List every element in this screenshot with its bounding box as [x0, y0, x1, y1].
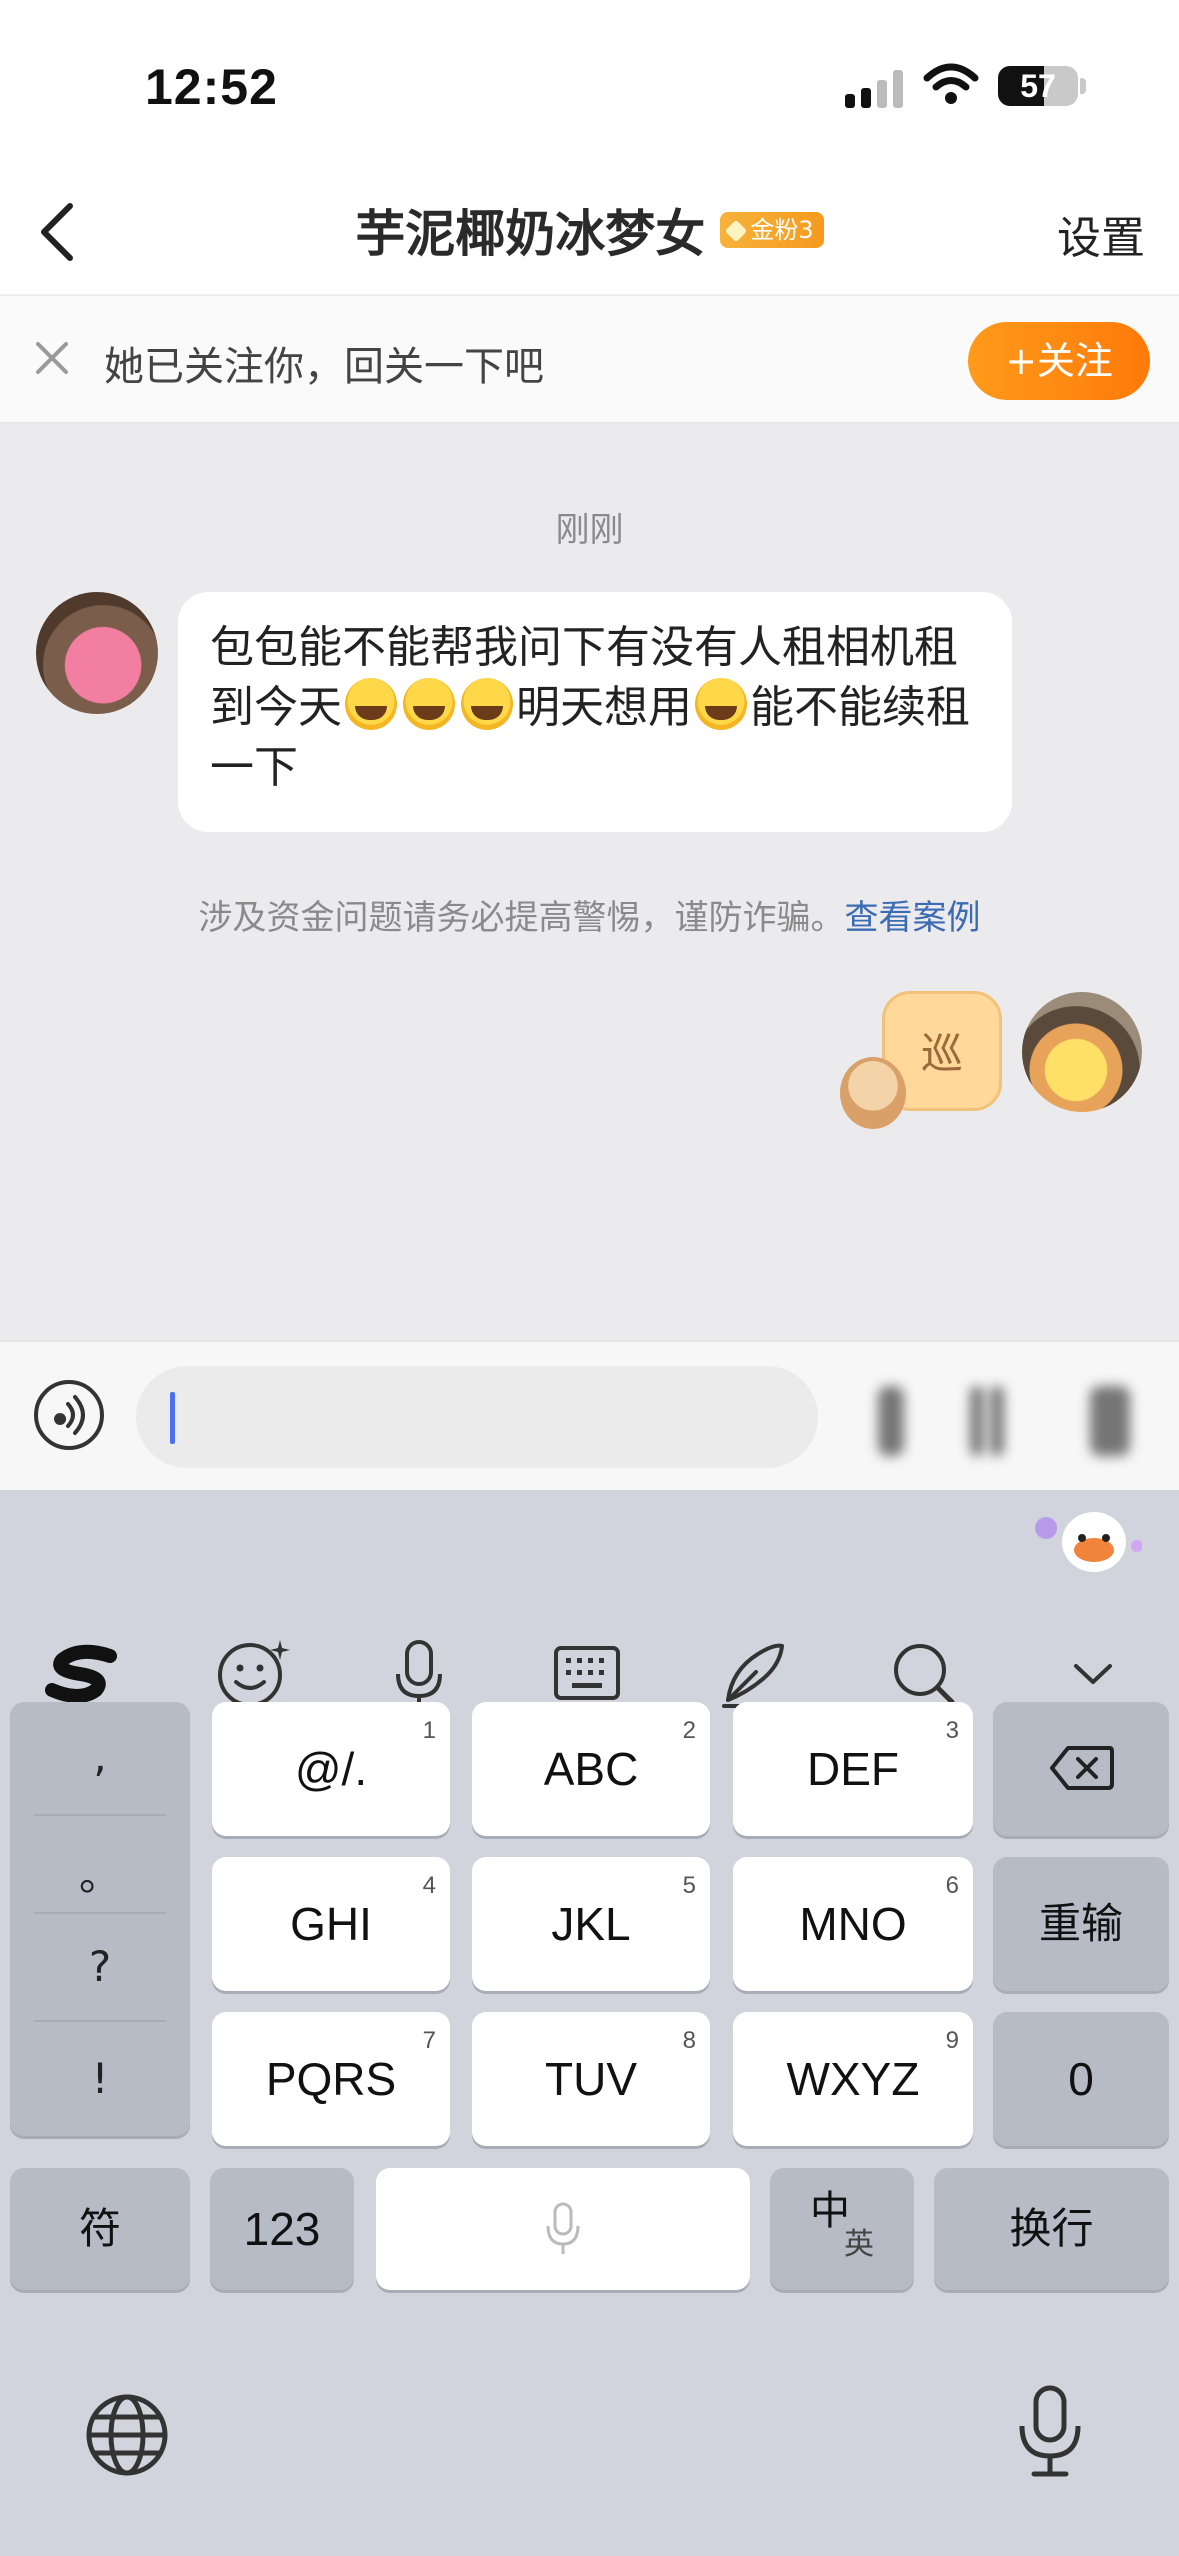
key-label: WXYZ	[786, 2053, 920, 2105]
follow-button[interactable]: +关注	[968, 322, 1150, 400]
bear-sticker-icon	[840, 1057, 906, 1129]
key-1[interactable]: @/. 1	[212, 1702, 450, 1836]
divider	[34, 1912, 166, 1914]
sticker-char: 巡	[920, 1029, 963, 1078]
voice-input-toggle-icon[interactable]	[34, 1380, 104, 1450]
key-6[interactable]: MNO 6	[733, 1857, 973, 1991]
message-input[interactable]	[136, 1366, 818, 1468]
language-switch-key[interactable]: 中 英	[770, 2168, 914, 2290]
key-7[interactable]: PQRS 7	[212, 2012, 450, 2146]
message-text-part-2: 明天想用	[516, 682, 692, 733]
key-number: 3	[945, 1717, 959, 1744]
key-3[interactable]: DEF 3	[733, 1702, 973, 1836]
key-number: 5	[682, 1872, 696, 1899]
crying-emoji-icon	[403, 678, 455, 730]
keyboard: , 。 ? ! @/. 1 ABC 2 DEF 3 GHI 4 JKL 5 MNO 6 重输…	[0, 1490, 1179, 2556]
key-number: 8	[682, 2027, 696, 2054]
backspace-key[interactable]	[993, 1702, 1169, 1836]
key-5[interactable]: JKL 5	[472, 1857, 710, 1991]
status-time: 12:52	[145, 59, 278, 115]
follow-back-prompt: 她已关注你，回关一下吧	[104, 344, 544, 390]
key-label: PQRS	[265, 2053, 397, 2105]
input-tools-blurred	[840, 1366, 1160, 1466]
nav-bar: 芋泥椰奶冰梦女 金粉3 设置	[0, 170, 1179, 294]
battery-icon: 57	[998, 66, 1078, 106]
fraud-warning: 涉及资金问题请务必提高警惕，谨防诈骗。查看案例	[0, 890, 1179, 939]
space-key[interactable]	[376, 2168, 750, 2290]
text-cursor	[170, 1392, 175, 1444]
key-number: 6	[945, 1872, 959, 1899]
nav-title-group: 芋泥椰奶冰梦女 金粉3	[0, 194, 1179, 266]
punct-exclamation[interactable]: !	[10, 2054, 190, 2103]
punct-comma[interactable]: ,	[10, 1732, 190, 1781]
key-label: JKL	[551, 1898, 631, 1950]
incoming-message-bubble[interactable]: 包包能不能帮我问下有没有人租相机租到今天 明天想用 能不能续租一下	[178, 592, 1012, 832]
symbols-key[interactable]: 符	[10, 2168, 190, 2290]
my-avatar[interactable]	[1022, 992, 1142, 1112]
key-label: GHI	[290, 1898, 372, 1950]
lang-secondary: 英	[844, 2228, 874, 2261]
fan-level-badge: 金粉3	[720, 212, 824, 248]
key-label: MNO	[799, 1898, 907, 1950]
battery-cap	[1080, 78, 1086, 94]
globe-icon[interactable]	[82, 2390, 172, 2480]
newline-key[interactable]: 换行	[934, 2168, 1169, 2290]
space-mic-icon	[546, 2202, 580, 2254]
battery-level: 57	[1020, 68, 1056, 104]
key-2[interactable]: ABC 2	[472, 1702, 710, 1836]
key-label: ABC	[543, 1743, 639, 1795]
divider	[34, 1814, 166, 1816]
punct-period[interactable]: 。	[10, 1842, 190, 1903]
retype-key[interactable]: 重输	[993, 1857, 1169, 1991]
dictation-mic-icon[interactable]	[1010, 2382, 1090, 2482]
key-8[interactable]: TUV 8	[472, 2012, 710, 2146]
key-label: DEF	[807, 1743, 899, 1795]
view-cases-link[interactable]: 查看案例	[845, 898, 981, 938]
fan-badge-label: 金粉3	[750, 216, 814, 244]
key-0[interactable]: 0	[993, 2012, 1169, 2146]
key-9[interactable]: WXYZ 9	[733, 2012, 973, 2146]
divider	[34, 2020, 166, 2022]
crying-emoji-icon	[461, 678, 513, 730]
key-number: 1	[422, 1717, 436, 1744]
key-4[interactable]: GHI 4	[212, 1857, 450, 1991]
punct-question[interactable]: ?	[10, 1942, 190, 1991]
key-label: TUV	[545, 2053, 637, 2105]
punctuation-column[interactable]: , 。 ? !	[10, 1702, 190, 2136]
fraud-warning-text: 涉及资金问题请务必提高警惕，谨防诈骗。	[198, 898, 845, 938]
mascot-icon[interactable]	[1032, 1498, 1142, 1578]
backspace-icon	[1050, 1746, 1114, 1790]
crown-icon	[725, 219, 748, 243]
key-number: 7	[422, 2027, 436, 2054]
close-icon[interactable]	[32, 338, 72, 378]
key-number: 9	[945, 2027, 959, 2054]
wifi-icon	[923, 63, 979, 104]
message-input-bar	[0, 1340, 1179, 1490]
sender-avatar[interactable]	[36, 592, 158, 714]
message-timestamp: 刚刚	[555, 510, 624, 550]
settings-button[interactable]: 设置	[1057, 202, 1145, 266]
outgoing-sticker[interactable]: 巡	[840, 985, 1010, 1130]
key-label: @/.	[294, 1743, 368, 1795]
follow-back-banner: 她已关注你，回关一下吧 +关注	[0, 294, 1179, 424]
cellular-signal-icon	[845, 70, 905, 108]
key-number: 4	[422, 1872, 436, 1899]
crying-emoji-icon	[695, 678, 747, 730]
numbers-key[interactable]: 123	[210, 2168, 354, 2290]
status-bar: 12:52 57	[0, 0, 1179, 170]
chat-partner-name[interactable]: 芋泥椰奶冰梦女	[355, 194, 705, 266]
key-number: 2	[682, 1717, 696, 1744]
crying-emoji-icon	[345, 678, 397, 730]
